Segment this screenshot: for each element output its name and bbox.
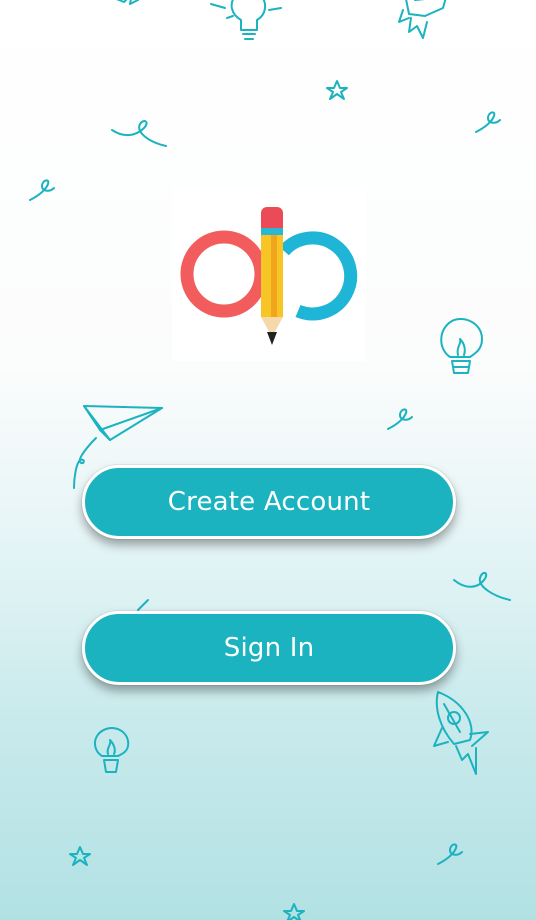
lightbulb-icon: [440, 318, 483, 374]
create-account-button[interactable]: Create Account: [82, 465, 456, 539]
background-doodles: [0, 0, 536, 920]
lightbulb-icon: [210, 0, 282, 40]
star-icon: [69, 846, 91, 866]
sign-in-button[interactable]: Sign In: [82, 611, 456, 685]
app-logo: [172, 187, 366, 361]
star-icon: [116, 0, 139, 5]
squiggle-icon: [111, 120, 167, 147]
lightbulb-icon: [94, 727, 130, 773]
squiggle-icon: [437, 843, 463, 865]
logo-red-loop: [180, 230, 268, 318]
squiggle-icon: [387, 408, 413, 430]
squiggle-icon: [137, 599, 149, 611]
squiggle-icon: [453, 572, 511, 601]
pencil-infinity-logo: [180, 207, 358, 345]
rocket-icon: [433, 691, 489, 775]
logo-blue-loop: [279, 231, 358, 321]
star-icon: [326, 80, 348, 100]
rocket-icon: [398, 0, 447, 39]
squiggle-icon: [29, 179, 55, 201]
squiggle-icon: [475, 111, 501, 133]
star-icon: [283, 903, 305, 920]
